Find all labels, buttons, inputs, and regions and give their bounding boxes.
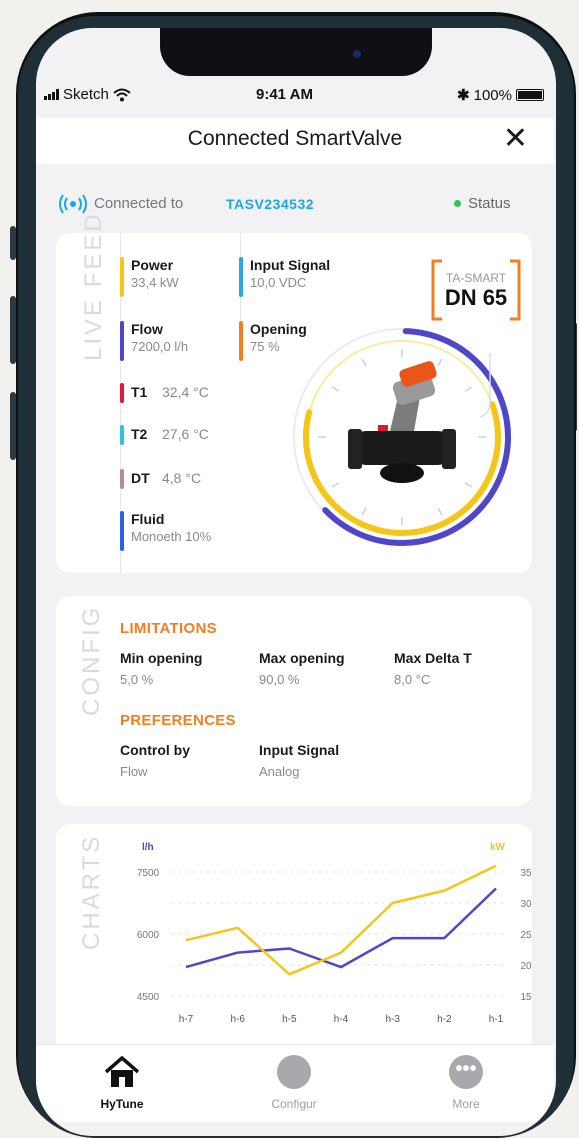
- tab-bar: HyTune Configur ••• More: [36, 1044, 554, 1122]
- status-bar: Sketch 9:41 AM ✱ 100%: [36, 82, 554, 106]
- metric-color-bar: [120, 321, 124, 361]
- live-feed-label: LIVE FEED: [80, 211, 107, 361]
- page-title: Connected SmartValve: [187, 127, 403, 150]
- metric-color-bar: [120, 511, 124, 551]
- x-tick: h-4: [334, 1014, 349, 1025]
- x-tick: h-6: [230, 1014, 245, 1025]
- metric-label: Power: [131, 257, 174, 273]
- metric-value: 32,4 °C: [162, 384, 209, 400]
- charts-card: CHARTS l/h kW 35 30 25 20 15 7500 6000 4500 h-7 h…: [56, 824, 532, 1054]
- x-tick: h-7: [179, 1014, 194, 1025]
- y-right-tick: 25: [520, 930, 532, 941]
- wifi-icon: [113, 88, 131, 101]
- home-icon: [104, 1056, 140, 1087]
- series-line-2: [185, 864, 497, 976]
- clock: 9:41 AM: [256, 86, 313, 103]
- battery-label: 100%: [473, 86, 512, 104]
- config-label: CONFIG: [78, 604, 105, 716]
- metric-color-bar: [120, 425, 124, 445]
- bluetooth-icon: ✱: [457, 87, 470, 104]
- metric-color-bar: [239, 321, 243, 361]
- metric-label: T2: [131, 426, 148, 442]
- x-tick: h-2: [437, 1014, 452, 1025]
- x-tick: h-5: [282, 1014, 297, 1025]
- max-delta-t-label: Max Delta T: [394, 650, 472, 666]
- live-feed-card: LIVE FEED Power 33,4 kW Input Signal 10,…: [56, 211, 532, 573]
- y-right-tick: 20: [520, 961, 532, 972]
- x-tick: h-3: [385, 1014, 400, 1025]
- y-right-tick: 30: [520, 899, 532, 910]
- metric-color-bar: [120, 383, 124, 403]
- min-opening-value[interactable]: 5,0 %: [120, 672, 153, 687]
- config-card: CONFIG LIMITATIONS Min opening 5,0 % Max…: [56, 596, 532, 806]
- tab-label: More: [452, 1097, 480, 1111]
- input-signal-label: Input Signal: [259, 742, 340, 758]
- phone-screen: Sketch 9:41 AM ✱ 100% Connected SmartVal…: [36, 28, 556, 1136]
- camera-icon: [353, 50, 361, 58]
- connection-row: Connected to TASV234532 Status: [58, 193, 528, 215]
- tab-label: HyTune: [100, 1097, 144, 1111]
- metric-color-bar: [239, 257, 243, 297]
- tab-hytune[interactable]: HyTune: [72, 1055, 172, 1115]
- metric-label: Fluid: [131, 511, 165, 527]
- model-badge: TA-SMART DN 65: [430, 259, 522, 321]
- min-opening-label: Min opening: [120, 650, 203, 666]
- more-icon: •••: [449, 1055, 483, 1089]
- y-right-tick: 15: [520, 992, 532, 1003]
- metric-label: Input Signal: [250, 257, 331, 273]
- y-left-tick: 4500: [137, 992, 160, 1003]
- limitations-title: LIMITATIONS: [120, 620, 217, 637]
- battery-icon: [516, 89, 544, 101]
- y-right-tick: 35: [520, 868, 532, 879]
- preferences-title: PREFERENCES: [120, 712, 236, 729]
- metric-value: 75 %: [250, 339, 280, 354]
- metric-label: DT: [131, 470, 150, 486]
- y-left-tick: 7500: [137, 868, 160, 879]
- max-delta-t-value[interactable]: 8,0 °C: [394, 672, 430, 687]
- status-dot-icon: [454, 200, 461, 207]
- metric-value: 33,4 kW: [131, 275, 179, 290]
- input-signal-value[interactable]: Analog: [259, 764, 299, 779]
- tab-configur[interactable]: Configur: [244, 1055, 344, 1115]
- valve-image-icon: [348, 361, 456, 483]
- max-opening-label: Max opening: [259, 650, 345, 666]
- tab-label: Configur: [271, 1097, 317, 1111]
- metric-value: Monoeth 10%: [131, 529, 212, 544]
- nav-bar: Connected SmartValve ✕: [36, 118, 554, 164]
- valve-gauge: [293, 328, 511, 547]
- badge-brand: TA-SMART: [445, 271, 507, 285]
- metric-value: 7200,0 l/h: [131, 339, 189, 354]
- metric-value: 27,6 °C: [162, 426, 209, 442]
- signal-icon: [44, 89, 59, 100]
- connection-label: Connected to: [94, 195, 184, 212]
- metric-value: 4,8 °C: [162, 470, 202, 486]
- metric-color-bar: [120, 257, 124, 297]
- notch: [160, 28, 432, 76]
- x-tick: h-1: [489, 1014, 504, 1025]
- metric-label: Flow: [131, 321, 163, 337]
- max-opening-value[interactable]: 90,0 %: [259, 672, 299, 687]
- gauge-connector: [479, 353, 491, 418]
- metric-label: T1: [131, 384, 148, 400]
- metric-color-bar: [120, 469, 124, 489]
- metric-value: 10,0 VDC: [250, 275, 307, 290]
- control-by-value[interactable]: Flow: [120, 764, 147, 779]
- circle-icon: [277, 1055, 311, 1089]
- badge-size: DN 65: [444, 285, 508, 310]
- carrier-label: Sketch: [63, 86, 109, 103]
- tab-more[interactable]: ••• More: [416, 1055, 516, 1115]
- status-label[interactable]: Status: [468, 195, 511, 212]
- device-id[interactable]: TASV234532: [226, 196, 314, 212]
- history-chart: 35 30 25 20 15 7500 6000 4500 h-7 h-6 h-5 h-4 h-3 h-2…: [137, 864, 532, 1025]
- close-icon[interactable]: ✕: [503, 122, 528, 156]
- y-left-tick: 6000: [137, 930, 160, 941]
- control-by-label: Control by: [120, 742, 190, 758]
